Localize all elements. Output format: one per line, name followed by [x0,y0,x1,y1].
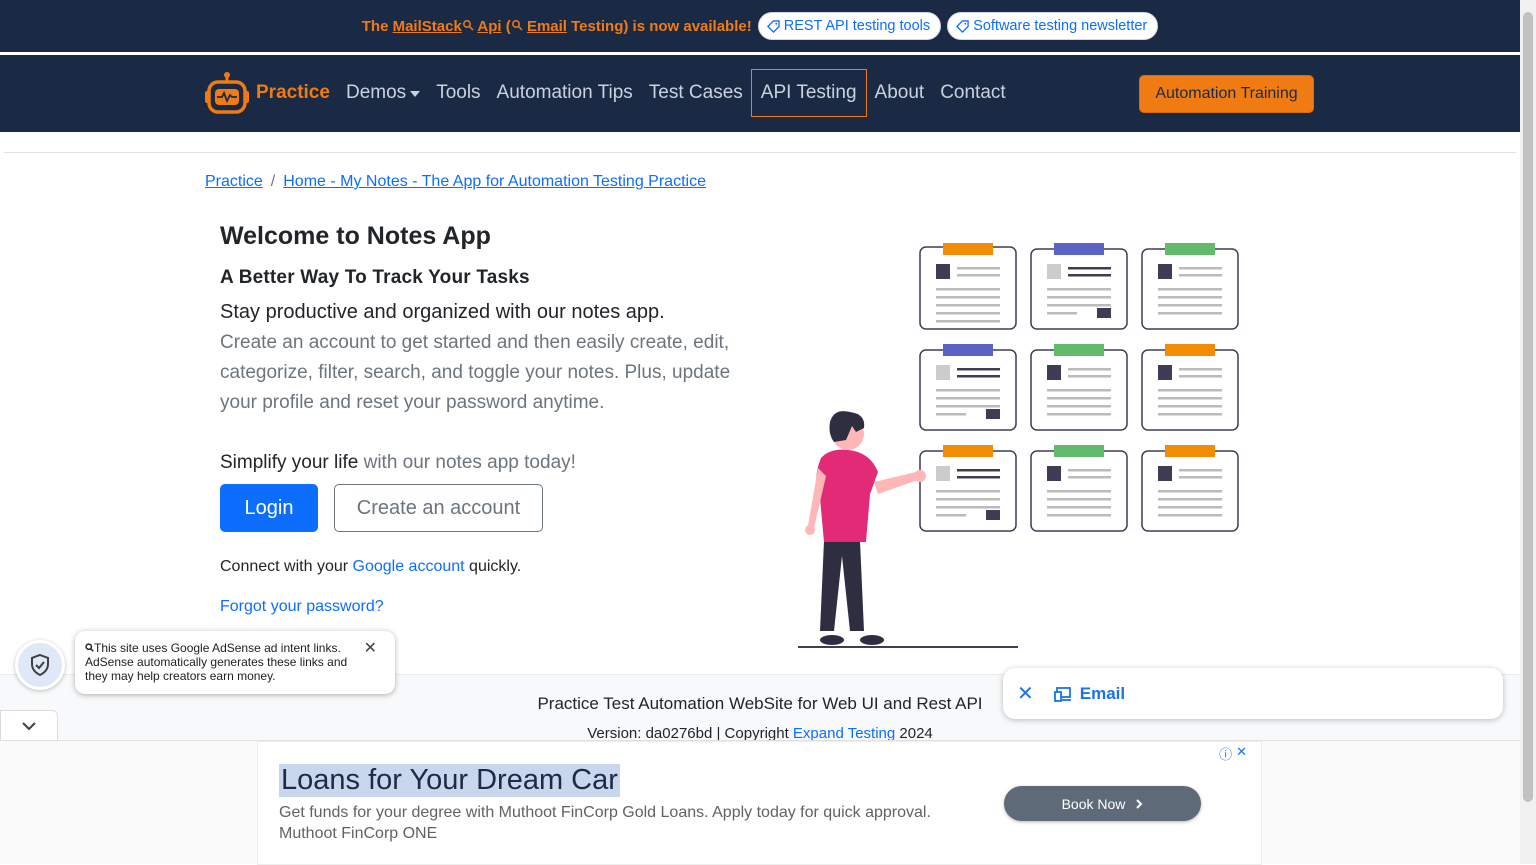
adsense-notice: This site uses Google AdSense ad intent … [75,631,395,694]
note-card [1030,445,1128,532]
google-connect-text: Connect with your Google account quickly… [220,558,522,575]
welcome-section: Welcome to Notes App A Better Way To Tra… [220,222,760,616]
breadcrumb-practice[interactable]: Practice [205,173,263,191]
note-card [1030,344,1128,431]
page-scrollbar[interactable] [1520,0,1536,864]
chevron-right-icon [1136,798,1143,809]
rest-api-tools-pill[interactable]: REST API testing tools [757,12,942,40]
nav-demos-dropdown[interactable]: Demos [338,72,428,114]
breadcrumb-current[interactable]: Home - My Notes - The App for Automation… [283,173,706,191]
devices-icon [1053,686,1071,702]
divider [4,152,1516,153]
collapse-ad-button[interactable] [0,710,58,740]
book-now-button[interactable]: Book Now [1004,786,1201,821]
search-icon [85,643,94,652]
info-icon[interactable]: ⓘ [1219,744,1232,763]
nav-api-testing[interactable]: API Testing [750,69,867,117]
chevron-down-icon [22,721,36,730]
breadcrumb: Practice / Home - My Notes - The App for… [205,173,706,191]
ad-choices[interactable]: ⓘ ✕ [1219,744,1247,763]
ad-title[interactable]: Loans for Your Dream Car [279,764,620,797]
scrollbar-thumb[interactable] [1523,12,1533,802]
person-figure [805,411,926,645]
brand-link[interactable]: Practice [204,71,330,115]
google-account-link[interactable]: Google account [353,558,465,575]
nav-automation-tips[interactable]: Automation Tips [489,72,641,114]
create-account-button[interactable]: Create an account [334,484,543,532]
lead-text: Stay productive and organized with our n… [220,301,665,323]
email-intent-link[interactable]: Email [1053,684,1125,704]
newsletter-pill[interactable]: Software testing newsletter [947,12,1159,40]
forgot-password-link[interactable]: Forgot your password? [220,598,760,616]
ad-description: Get funds for your degree with Muthoot F… [279,804,931,842]
page-title: Welcome to Notes App [220,222,491,250]
email-intent-chip[interactable]: ✕ Email [1003,668,1503,719]
nav-tools[interactable]: Tools [428,72,488,114]
nav-about[interactable]: About [867,72,933,114]
page-subtitle: A Better Way To Track Your Tasks [220,267,530,288]
close-icon[interactable]: ✕ [364,641,377,657]
note-card [1141,445,1239,532]
search-icon [511,19,523,31]
shield-check-icon [31,653,49,677]
close-icon[interactable]: ✕ [1236,744,1247,763]
nav-contact[interactable]: Contact [932,72,1013,114]
notes-board-illustration [798,243,1239,648]
search-icon [462,19,474,31]
announcement-text[interactable]: The MailStack Api ( Email Testing) is no… [362,18,752,35]
caret-down-icon [410,91,421,97]
automation-training-button[interactable]: Automation Training [1139,75,1314,113]
close-icon[interactable]: ✕ [1017,681,1034,706]
note-card [919,445,1017,532]
ad-banner[interactable]: Loans for Your Dream Car Get funds for y… [257,741,1262,865]
login-button[interactable]: Login [220,484,318,532]
bottom-ad-bar: Loans for Your Dream Car Get funds for y… [0,740,1520,865]
breadcrumb-separator: / [270,173,276,190]
note-card [1141,344,1239,431]
note-card [919,243,1017,330]
announcement-bar: The MailStack Api ( Email Testing) is no… [0,0,1520,52]
nav-links: Demos Tools Automation Tips Test Cases A… [338,69,1014,117]
tag-icon [956,19,969,33]
note-card [1030,243,1128,330]
auth-buttons: Login Create an account [220,484,760,532]
tag-icon [766,19,780,33]
simplify-text: Simplify your life with our notes app to… [220,452,576,473]
adsense-shield-button[interactable] [15,640,65,690]
brand-name: Practice [256,82,330,103]
nav-test-cases[interactable]: Test Cases [641,72,751,114]
note-card [919,344,1017,431]
robot-logo-icon [205,72,249,114]
description-text: Create an account to get started and the… [220,332,731,413]
main-navbar: Practice Demos Tools Automation Tips Tes… [0,55,1520,132]
note-card [1141,243,1239,330]
